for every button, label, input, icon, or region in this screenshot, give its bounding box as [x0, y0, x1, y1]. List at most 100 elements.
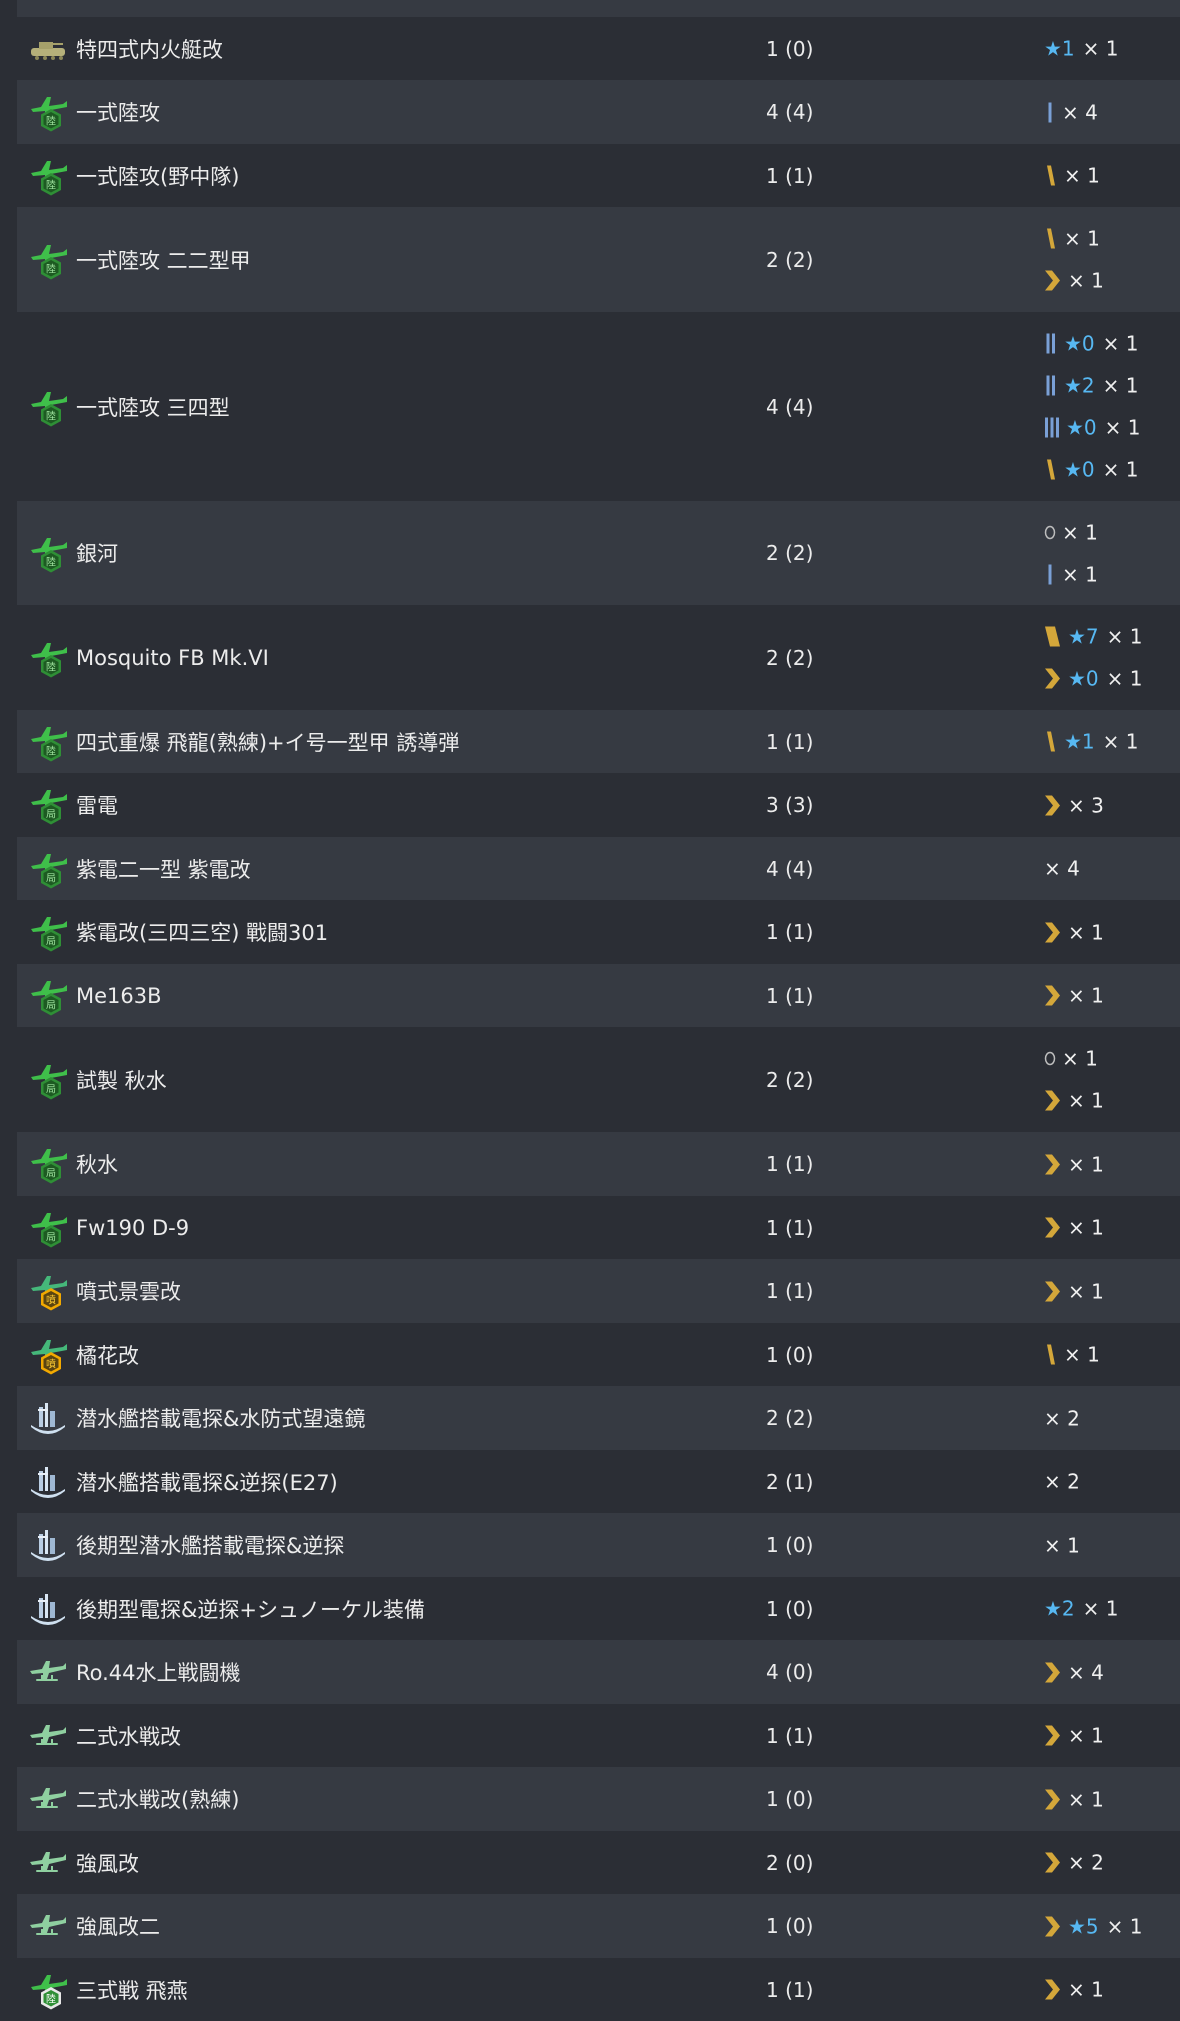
quantity-multiplier: × 1	[1068, 1279, 1104, 1303]
quantity-multiplier: × 1	[1044, 1533, 1080, 1557]
proficiency-entry: × 1	[1044, 1785, 1104, 1814]
proficiency-list: × 1 × 1	[1044, 518, 1098, 589]
table-row[interactable]: 局 Me163B 1 (1) × 1	[17, 964, 1180, 1027]
table-row[interactable]: 局 紫電改(三四三空) 戰闘301 1 (1) × 1	[17, 900, 1180, 964]
equipment-name: 一式陸攻 三四型	[76, 395, 230, 420]
proficiency-prof-4-icon	[1044, 1343, 1058, 1367]
seaplane-fighter-icon	[27, 1651, 69, 1693]
proficiency-list: × 1	[1044, 981, 1104, 1010]
improvement-star-level: ★5	[1068, 1914, 1099, 1938]
quantity-multiplier: × 1	[1082, 36, 1119, 61]
proficiency-list: × 1	[1044, 1721, 1104, 1750]
table-row[interactable]: 強風改二 1 (0) ★5 × 1	[17, 1894, 1180, 1958]
proficiency-list: × 1 × 1	[1044, 1044, 1104, 1115]
proficiency-entry: × 2	[1044, 1404, 1080, 1433]
table-row[interactable]: 局 雷電 3 (3) × 3	[17, 773, 1180, 837]
submarine-radar-icon	[27, 1461, 69, 1503]
submarine-radar-icon	[27, 1397, 69, 1439]
svg-text:陸: 陸	[46, 1992, 56, 2005]
improvement-star-level: ★0	[1064, 457, 1095, 482]
equipment-table: 特四式内火艇改 1 (0) ★1 × 1 陸一式陸攻 4 (4) × 4 陸一式陸攻(野中隊)…	[17, 17, 1180, 2021]
table-row[interactable]: 局 秋水 1 (1) × 1	[17, 1132, 1180, 1196]
equipment-name: 紫電改(三四三空) 戰闘301	[76, 921, 329, 945]
table-row[interactable]: 強風改 2 (0) × 2	[17, 1831, 1180, 1894]
proficiency-entry: ★0 × 1	[1044, 455, 1141, 484]
equipment-name: 二式水戦改(熟練)	[76, 1788, 240, 1812]
jet-bomber-icon: 噴	[27, 1334, 69, 1376]
quantity-multiplier: × 1	[1064, 1342, 1100, 1367]
svg-text:陸: 陸	[46, 115, 56, 128]
table-row[interactable]: 陸 一式陸攻(野中隊) 1 (1) × 1	[17, 144, 1180, 207]
table-row[interactable]: 陸 銀河 2 (2) × 1 × 1	[17, 501, 1180, 605]
proficiency-prof-2-icon	[1044, 332, 1058, 356]
proficiency-entry: × 1	[1044, 1044, 1104, 1073]
table-row[interactable]: 潜水艦搭載電探&逆探(E27) 2 (1) × 2	[17, 1450, 1180, 1513]
proficiency-prof-0-icon	[1044, 523, 1056, 541]
proficiency-entry: × 1	[1044, 1150, 1104, 1179]
table-row[interactable]: 二式水戦改 1 (1) × 1	[17, 1704, 1180, 1767]
equipment-name: 一式陸攻(野中隊)	[76, 164, 240, 189]
interceptor-icon: 局	[27, 784, 69, 826]
quantity-multiplier: × 1	[1068, 1088, 1104, 1113]
proficiency-entry: × 1	[1044, 1213, 1104, 1242]
table-row[interactable]: 潜水艦搭載電探&水防式望遠鏡 2 (2) × 2	[17, 1386, 1180, 1450]
equipment-name: 強風改	[76, 1851, 139, 1876]
land-attacker-icon: 陸	[27, 721, 69, 763]
table-row[interactable]: 陸 三式戦 飛燕 1 (1) × 1	[17, 1958, 1180, 2021]
quantity-multiplier: × 1	[1106, 1914, 1143, 1938]
proficiency-prof-4-icon	[1044, 164, 1058, 188]
table-row[interactable]: 特四式内火艇改 1 (0) ★1 × 1	[17, 17, 1180, 80]
amphibious-tank-icon	[27, 28, 69, 70]
equipment-count: 2 (2)	[766, 541, 814, 565]
table-row[interactable]: 二式水戦改(熟練) 1 (0) × 1	[17, 1767, 1180, 1831]
quantity-multiplier: × 1	[1064, 226, 1100, 251]
table-row[interactable]: 局 Fw190 D-9 1 (1) × 1	[17, 1196, 1180, 1259]
proficiency-list: × 1	[1044, 161, 1100, 190]
proficiency-prof-7-icon	[1044, 667, 1062, 691]
proficiency-list: × 4	[1044, 1658, 1104, 1687]
table-row[interactable]: 噴 噴式景雲改 1 (1) × 1	[17, 1259, 1180, 1323]
table-row[interactable]: 後期型電探&逆探+シュノーケル装備 1 (0) ★2 × 1	[17, 1577, 1180, 1640]
proficiency-prof-7-icon	[1044, 920, 1062, 944]
proficiency-list: × 1	[1044, 1340, 1100, 1369]
equipment-count: 4 (4)	[766, 100, 814, 124]
table-row[interactable]: 局 紫電二一型 紫電改 4 (4) × 4	[17, 837, 1180, 900]
proficiency-prof-7-icon	[1044, 984, 1062, 1008]
proficiency-prof-7-icon	[1044, 1851, 1062, 1875]
table-row[interactable]: 陸 一式陸攻 二二型甲 2 (2) × 1 × 1	[17, 207, 1180, 312]
proficiency-prof-7-icon	[1044, 1152, 1062, 1176]
svg-text:噴: 噴	[46, 1358, 56, 1370]
quantity-multiplier: × 1	[1064, 163, 1100, 188]
table-row[interactable]: 陸一式陸攻 三四型 4 (4) ★0 × 1 ★2 × 1 ★0 × 1 ★0 × 1	[17, 312, 1180, 501]
table-row[interactable]: 噴 橘花改 1 (0) × 1	[17, 1323, 1180, 1386]
improvement-star-level: ★0	[1066, 415, 1097, 440]
svg-text:陸: 陸	[46, 744, 56, 757]
equipment-name: 二式水戦改	[76, 1724, 181, 1749]
table-row[interactable]: 陸 一式陸攻 4 (4) × 4	[17, 80, 1180, 144]
equipment-count: 2 (2)	[766, 1406, 814, 1430]
proficiency-list: × 1	[1044, 918, 1104, 947]
table-row[interactable]: Ro.44水上戦闘機 4 (0) × 4	[17, 1640, 1180, 1704]
proficiency-entry: × 1	[1044, 1531, 1080, 1560]
equipment-name: 橘花改	[76, 1343, 139, 1368]
equipment-name: Mosquito FB Mk.VI	[76, 645, 269, 670]
equipment-name: 試製 秋水	[76, 1068, 167, 1093]
equipment-name: 後期型潜水艦搭載電探&逆探	[76, 1534, 345, 1558]
equipment-name: 噴式景雲改	[76, 1280, 181, 1304]
equipment-name: 秋水	[76, 1153, 118, 1177]
table-row[interactable]: 局 試製 秋水 2 (2) × 1 × 1	[17, 1027, 1180, 1132]
quantity-multiplier: × 1	[1068, 1977, 1104, 2002]
proficiency-entry: ★0 × 1	[1044, 664, 1143, 693]
table-row[interactable]: 陸 Mosquito FB Mk.VI 2 (2) ★7 × 1 ★0 × 1	[17, 605, 1180, 710]
equipment-count: 1 (1)	[766, 1279, 814, 1303]
svg-text:局: 局	[46, 999, 56, 1011]
table-row[interactable]: 陸 四式重爆 飛龍(熟練)+イ号一型甲 誘導弾 1 (1) ★1 × 1	[17, 710, 1180, 773]
quantity-multiplier: × 3	[1068, 793, 1104, 817]
table-row[interactable]: 後期型潜水艦搭載電探&逆探 1 (0) × 1	[17, 1513, 1180, 1577]
equipment-name: 紫電二一型 紫電改	[76, 857, 251, 882]
svg-text:陸: 陸	[46, 262, 56, 275]
proficiency-list: × 4	[1044, 854, 1080, 883]
proficiency-entry: × 2	[1044, 1467, 1080, 1496]
equipment-name: Ro.44水上戦闘機	[76, 1661, 241, 1685]
proficiency-prof-1-icon	[1044, 100, 1056, 124]
